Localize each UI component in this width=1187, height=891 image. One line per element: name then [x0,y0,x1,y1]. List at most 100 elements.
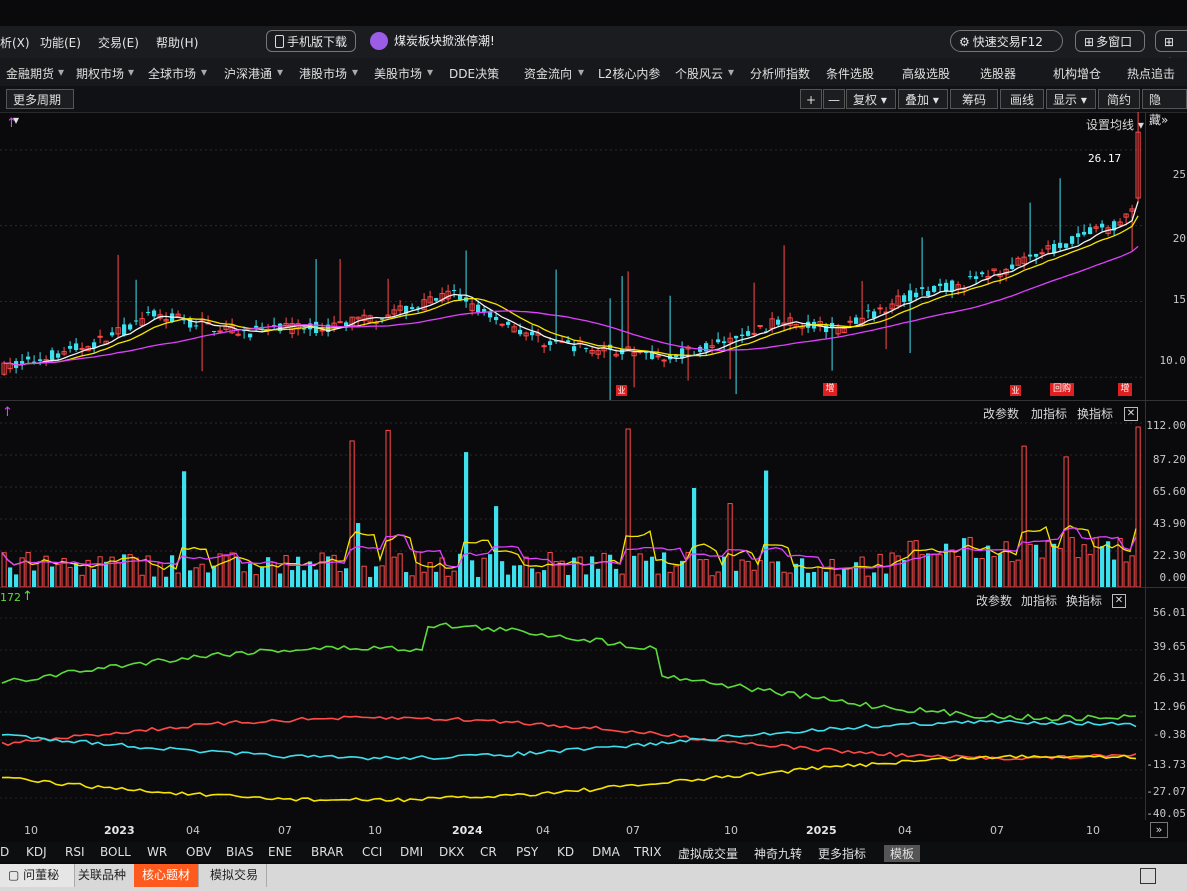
nav-condition-select[interactable]: 条件选股 [826,65,874,82]
tab-related-products[interactable]: 关联品种 [70,864,136,887]
display-button[interactable]: 显示 ▾ [1046,89,1096,109]
nav-global-market[interactable]: 全球市场 [148,65,196,82]
nav-stock-connect[interactable]: 沪深港通 [224,65,272,82]
menu-trade[interactable]: 交易(E) [98,34,139,51]
price-panel: ↑ 设置均线 ▾ 26.17 [0,112,1145,400]
volume-chart[interactable] [0,401,1145,587]
nav-advanced-select[interactable]: 高级选股 [902,65,950,82]
zoom-out-button[interactable]: — [823,89,845,109]
indicator-tab[interactable]: DMI [400,845,423,859]
tab-ask-secretary[interactable]: ▢ 问董秘 [0,864,75,887]
nav-stock-picker[interactable]: 选股器 [980,65,1016,82]
menu-help[interactable]: 帮助(H) [156,34,198,51]
draw-line-button[interactable]: 画线 [1000,89,1044,109]
more-button[interactable]: ⊞自 [1155,30,1187,71]
indicator-tab[interactable]: CR [480,845,497,859]
mobile-download-button[interactable]: 手机版下载 [266,30,356,52]
indicator-tab[interactable]: OBV [186,845,212,859]
nav-financial-futures[interactable]: 金融期货 [6,65,54,82]
chevron-down-icon: ▾ [201,65,208,79]
adjust-button[interactable]: 复权 ▾ [846,89,896,109]
nav-capital-flow[interactable]: 资金流向 [524,65,572,82]
tab-simulated-trading[interactable]: 模拟交易 [202,864,268,887]
event-marker[interactable]: 回购 [1050,383,1074,396]
indicator-tab[interactable]: DMA [592,845,620,859]
hide-button[interactable]: 隐藏» [1142,89,1187,127]
indicator-tab[interactable]: 虚拟成交量 [678,845,738,862]
price-axis-label: 25 [1172,168,1186,181]
nav-hk-market[interactable]: 港股市场 [299,65,347,82]
time-label: 10 [1086,824,1100,837]
indicator-tab[interactable]: PSY [516,845,538,859]
candle-body [584,347,589,349]
nav-analyst-index[interactable]: 分析师指数 [750,65,810,82]
event-marker[interactable]: 增 [823,383,837,396]
volume-bar [614,568,619,587]
volume-bar [361,565,367,587]
overlay-button[interactable]: 叠加 ▾ [898,89,948,109]
volume-axis-label: 0.00 [1159,571,1187,584]
chevron-down-icon: ▾ [578,65,585,79]
indicator-tab[interactable]: RSI [65,845,85,859]
nav-stock-trend[interactable]: 个股风云 [675,65,723,82]
indicator-tab[interactable]: KD [557,845,574,859]
candle-body [68,345,73,349]
nav-options-market[interactable]: 期权市场 [76,65,124,82]
candlestick-chart[interactable] [0,112,1145,400]
multi-window-button[interactable]: ⊞ 多窗口 [1075,30,1145,52]
indicator-tab[interactable]: BRAR [311,845,344,859]
candle-body [968,276,973,278]
volume-bar [854,562,859,587]
volume-bar [434,571,439,587]
promo-banner[interactable]: 煤炭板块掀涨停潮! [370,30,495,52]
quick-trade-button[interactable]: ⚙ 快速交易F12 [950,30,1063,52]
event-marker[interactable]: 业 [616,385,627,396]
candle-body [476,304,481,312]
candle-body [494,317,499,321]
volume-bar [92,569,97,587]
menu-function[interactable]: 功能(E) [40,34,81,51]
chip-button[interactable]: 筹码 [950,89,998,109]
nav-hot-tracking[interactable]: 热点追击 [1127,65,1175,82]
period-dropdown[interactable]: 更多周期 ▾ [6,89,74,127]
indicator-axis-label: -13.73 [1146,758,1186,771]
time-label: 04 [536,824,550,837]
nav-us-market[interactable]: 美股市场 [374,65,422,82]
indicator-line-red [1,715,1137,761]
indicator-chart[interactable] [0,588,1145,820]
indicator-tab[interactable]: BOLL [100,845,131,859]
scroll-right-icon[interactable]: » [1150,822,1168,838]
volume-bar [650,556,655,587]
volume-bar [776,561,781,587]
event-marker[interactable]: 增 [1118,383,1132,396]
chevron-down-icon: ▾ [1077,93,1087,107]
indicator-tab[interactable]: WR [147,845,167,859]
indicator-tab[interactable]: TRIX [634,845,661,859]
zoom-in-button[interactable]: + [800,89,822,109]
indicator-tab[interactable]: 神奇九转 [754,845,802,862]
volume-bar [1112,559,1117,587]
volume-axis-label: 87.20 [1152,453,1186,466]
indicator-tab-template[interactable]: 模板 [884,845,921,862]
chevron-down-icon: ▾ [877,93,887,107]
indicator-tab[interactable]: D [0,845,9,859]
nav-l2-insider[interactable]: L2核心内参 [598,65,660,82]
nav-institution-increase[interactable]: 机构增仓 [1053,65,1101,82]
chevron-down-icon: ▾ [427,65,434,79]
indicator-tab[interactable]: BIAS [226,845,254,859]
indicator-tab[interactable]: KDJ [26,845,47,859]
volume-bar [787,572,793,587]
indicator-tab[interactable]: 更多指标 [818,845,866,862]
simple-button[interactable]: 简约 [1098,89,1140,109]
event-marker[interactable]: 业 [1010,385,1021,396]
volume-bar [949,549,955,587]
indicator-tab[interactable]: ENE [268,845,292,859]
tab-core-themes[interactable]: 核心题材 [134,864,200,887]
indicator-tab[interactable]: DKX [439,845,464,859]
candle-body [530,331,535,336]
time-label: 04 [186,824,200,837]
menu-analysis[interactable]: 析(X) [0,34,30,51]
indicator-tab[interactable]: CCI [362,845,382,859]
window-icon[interactable] [1140,868,1156,884]
nav-dde[interactable]: DDE决策 [449,65,499,82]
